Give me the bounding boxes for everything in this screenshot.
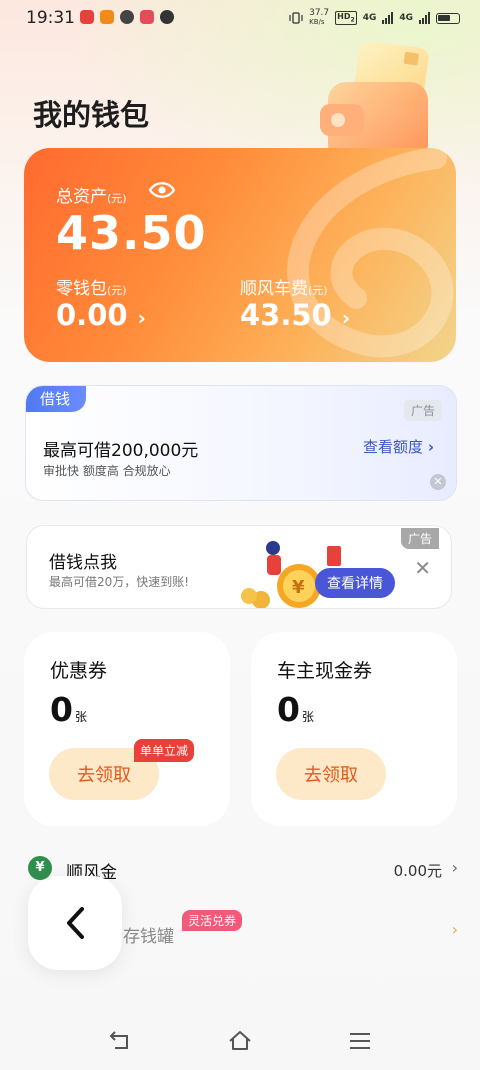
chevron-right-icon: › [341,306,351,330]
instant-discount-badge: 单单立减 [134,739,195,762]
asset-card: 总资产(元) 43.50 零钱包(元) 0.00 › 顺风车费(元) 43.50… [24,148,456,362]
status-bar: 19:31 37.7 KB/s HD2 4G 4G [0,0,480,36]
taobao-notification-icon [100,10,114,24]
borrow-subtitle: 最高可借20万，快速到账! [49,575,190,589]
status-time: 19:31 [26,8,75,28]
piggy-bank-label: 存钱罐 [123,927,174,947]
chevron-right-icon: › [137,306,146,330]
borrow-ad-card[interactable]: 借钱点我 最高可借20万，快速到账! ¥ 查看详情 广告 ✕ [26,525,452,609]
vibrate-icon [289,12,303,24]
close-icon[interactable]: ✕ [430,474,446,490]
coupon-title: 优惠券 [50,660,108,682]
chevron-left-icon [67,907,84,939]
net-speed: 37.7 KB/s [309,8,330,27]
loan-subtitle: 审批快 额度高 合规放心 [43,464,171,478]
loan-ad-card[interactable]: 借钱 广告 最高可借200,000元 审批快 额度高 合规放心 查看额度 › ✕ [25,385,457,501]
system-nav-bar [0,1010,480,1070]
back-button[interactable] [28,876,122,970]
page-title: 我的钱包 [33,98,150,132]
chevron-right-icon: › [451,920,458,939]
nav-back-icon[interactable] [107,1028,133,1054]
chevron-right-icon: › [427,438,434,456]
loan-tag: 借钱 [26,386,86,412]
close-icon[interactable]: ✕ [414,556,431,580]
coupon-count: 0张 [50,690,87,729]
change-wallet-value: 0.00 [56,298,128,332]
borrow-title: 借钱点我 [49,553,117,573]
svg-text:¥: ¥ [292,577,305,598]
coupon-title: 车主现金券 [277,660,373,682]
message-icon [120,10,134,24]
nav-menu-icon[interactable] [347,1028,373,1054]
claim-button[interactable]: 去领取 [276,748,386,800]
ride-fare-value: 43.50 [240,298,332,332]
discount-coupon-card[interactable]: 优惠券 0张 去领取 单单立减 [24,632,230,826]
eye-icon[interactable] [148,180,176,200]
coupon-count: 0张 [277,690,314,729]
sim2-network: 4G [399,13,413,23]
sim1-network: 4G [362,13,377,23]
total-assets-label: 总资产(元) [56,187,127,207]
app-notification-icon [140,10,154,24]
app-notification-icon [160,10,174,24]
status-right: 37.7 KB/s HD2 4G 4G [289,9,460,27]
nav-home-icon[interactable] [227,1028,253,1054]
chevron-right-icon: › [451,858,458,877]
driver-cash-coupon-card[interactable]: 车主现金券 0张 去领取 [251,632,457,826]
total-assets-value: 43.50 [56,206,207,260]
notification-icons [80,10,174,24]
loan-title: 最高可借200,000元 [43,441,199,461]
hd-icon: HD2 [335,11,357,25]
view-details-button[interactable]: 查看详情 [315,568,395,598]
ride-fare-link[interactable]: 43.50 › [240,298,350,332]
ad-label: 广告 [403,400,442,421]
signal-icon [419,12,430,24]
gold-value: 0.00元 [393,862,442,880]
flexible-exchange-badge: 灵活兑券 [182,910,243,931]
change-wallet-label: 零钱包(元) [56,279,127,299]
ride-fare-label: 顺风车费(元) [240,279,328,299]
battery-icon [436,12,460,24]
ad-label: 广告 [400,528,439,549]
app-notification-icon [80,10,94,24]
view-quota-link[interactable]: 查看额度 › [363,436,434,457]
change-wallet-link[interactable]: 0.00 › [56,298,146,332]
signal-icon [382,12,394,24]
